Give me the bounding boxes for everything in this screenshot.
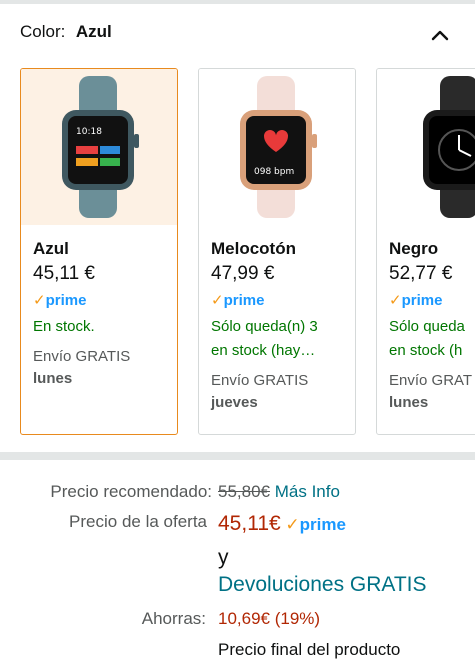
watch-image	[377, 69, 475, 225]
stock-status-line2: en stock (h	[389, 342, 463, 359]
delivery-day: lunes	[33, 370, 73, 387]
variant-price: 45,11 €	[33, 263, 95, 284]
watch-icon: 10:18	[62, 76, 139, 218]
shipping-info: Envío GRATIS	[33, 348, 131, 365]
swatch-card-azul[interactable]: 10:18 Azul 45,11 € ✓prime En stock. Enví…	[20, 68, 178, 435]
watch-icon	[423, 76, 475, 218]
stock-status: Sólo queda	[389, 318, 465, 335]
selected-color: Azul	[75, 22, 112, 41]
delivery-day: jueves	[211, 394, 258, 411]
watch-image: 10:18	[21, 69, 177, 225]
variant-price: 52,77 €	[389, 263, 453, 284]
variant-price: 47,99 €	[211, 263, 275, 284]
delivery-day: lunes	[389, 394, 429, 411]
free-returns-link[interactable]: Devoluciones GRATIS	[218, 573, 427, 597]
shipping-info: Envío GRATIS	[211, 372, 309, 389]
color-selector-header[interactable]: Color: Azul	[20, 22, 455, 50]
prime-check-icon: ✓	[211, 292, 224, 309]
rrp-label: Precio recomendado:	[50, 482, 212, 501]
svg-text:10:18: 10:18	[76, 127, 102, 137]
swatch-card-melocoton[interactable]: 098 bpm Melocotón 47,99 € ✓prime Sólo qu…	[198, 68, 356, 435]
prime-check-icon: ✓	[285, 515, 300, 534]
variant-name: Melocotón	[211, 239, 296, 258]
prime-badge: ✓prime	[33, 292, 87, 309]
color-swatch-carousel[interactable]: 10:18 Azul 45,11 € ✓prime En stock. Enví…	[20, 68, 475, 436]
stock-status: En stock.	[33, 318, 95, 335]
savings-label: Ahorras:	[141, 609, 206, 628]
savings-value: 10,69€ (19%)	[218, 609, 321, 628]
svg-text:098 bpm: 098 bpm	[254, 167, 294, 177]
prime-check-icon: ✓	[33, 292, 46, 309]
prime-check-icon: ✓	[389, 292, 402, 309]
watch-icon: 098 bpm	[240, 76, 317, 218]
and-text: y	[218, 546, 229, 569]
swatch-card-negro[interactable]: Negro 52,77 € ✓prime Sólo queda en stock…	[376, 68, 475, 435]
chevron-up-icon[interactable]	[425, 20, 455, 50]
prime-badge: ✓prime	[389, 292, 443, 309]
rrp-value: 55,80€	[218, 482, 270, 501]
variant-name: Azul	[33, 239, 69, 258]
stock-status: Sólo queda(n) 3	[211, 318, 318, 335]
section-divider	[0, 452, 475, 460]
prime-badge: ✓prime	[285, 515, 346, 534]
deal-price: 45,11€	[218, 512, 281, 535]
variant-name: Negro	[389, 239, 439, 258]
final-price-text: Precio final del producto	[218, 640, 401, 659]
shipping-info: Envío GRAT	[389, 372, 473, 389]
watch-image: 098 bpm	[199, 69, 355, 225]
more-info-link[interactable]: Más Info	[275, 482, 340, 501]
prime-badge: ✓prime	[211, 292, 265, 309]
deal-label: Precio de la oferta	[69, 512, 207, 531]
top-divider	[0, 0, 475, 4]
color-label: Color:	[20, 22, 66, 41]
stock-status-line2: en stock (hay…	[211, 342, 316, 359]
